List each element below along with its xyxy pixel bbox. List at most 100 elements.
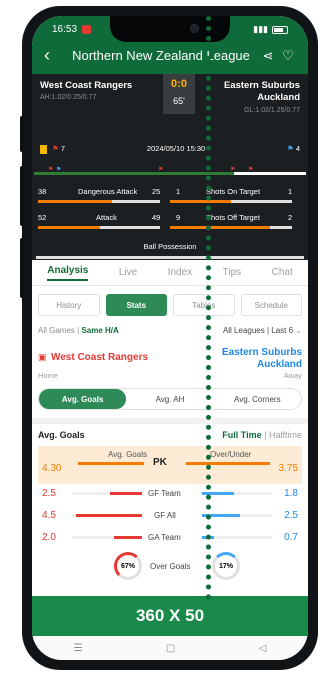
filter-row: All Games | Same H/A All Leagues | Last …	[32, 324, 308, 343]
segment-avg-ah[interactable]: Avg. AH	[126, 389, 213, 409]
match-panel: West Coast Rangers AH:1.02/0.25/0.77 Eas…	[32, 74, 308, 260]
away-odds: GL:1.02/1.25/0.77	[243, 107, 300, 114]
corner-flag-icon: ⚑	[286, 144, 294, 154]
pk-left-bar	[78, 462, 144, 465]
match-timeline: ⚑ ⚑ ⚑ ⚑ ⚑	[34, 166, 306, 180]
tab-analysis[interactable]: Analysis	[47, 265, 89, 281]
home-away-row: Home Away	[32, 371, 308, 380]
match-meta-row: ⚑ 7 2024/05/10 15:30 ⚑ 4	[40, 144, 300, 154]
filter-all-games[interactable]: All Games	[38, 326, 75, 335]
segment-avg-corners[interactable]: Avg. Corners	[214, 389, 301, 409]
back-arrow-icon[interactable]: ‹	[44, 45, 64, 66]
timeline-remaining	[234, 172, 306, 175]
notch	[110, 16, 230, 42]
subtab-stats[interactable]: Stats	[105, 294, 167, 316]
row-left-value: 2.5	[42, 488, 56, 499]
row-right-value: 2.5	[284, 510, 298, 521]
compare-row-gf-team: 2.5 GF Team 1.8	[38, 484, 302, 506]
home-team-name[interactable]: West Coast Rangers	[40, 80, 132, 91]
favorite-heart-icon[interactable]: ♡	[278, 48, 298, 64]
row-label: GF All	[154, 511, 176, 520]
main-tabs: Analysis Live Index Tips Chat	[32, 260, 308, 286]
stat-fill-away	[231, 200, 292, 203]
timeline-event-icon: ⚑	[230, 167, 236, 173]
toggle-full-time[interactable]: Full Time	[222, 430, 261, 440]
tab-tips[interactable]: Tips	[223, 267, 242, 278]
score-box: 0:0 65'	[163, 74, 195, 114]
pk-left-value: 4.30	[42, 463, 62, 474]
home-odds: AH:1.02/0.25/0.77	[40, 94, 97, 101]
ad-banner[interactable]: 360 X 50	[32, 596, 308, 636]
pk-right-label: Over/Under	[210, 450, 252, 459]
pk-right-bar	[186, 462, 270, 465]
battery-icon	[272, 25, 288, 34]
share-icon[interactable]: ⋖	[258, 48, 278, 64]
signal-icon: ▮▮▮	[253, 24, 268, 34]
row-left-value: 4.5	[42, 510, 56, 521]
home-icon[interactable]: ▢	[166, 643, 175, 654]
filter-same-ha[interactable]: Same H/A	[81, 326, 118, 335]
tab-index[interactable]: Index	[168, 267, 192, 278]
tab-chat[interactable]: Chat	[272, 267, 293, 278]
stat-away-value: 1	[288, 187, 293, 196]
compare-row-gf-all: 4.5 GF All 2.5	[38, 506, 302, 528]
subtab-history[interactable]: History	[38, 294, 100, 316]
away-corners: 4	[295, 144, 300, 154]
away-team-name-line1[interactable]: Eastern Suburbs	[224, 80, 300, 92]
stat-row-shots-off-target: 9 Shots Off Target 2	[36, 213, 304, 235]
pk-row: Avg. Goals Over/Under PK 4.30 3.75	[38, 446, 302, 484]
away-team-label-line1: Eastern Suburbs	[221, 347, 302, 358]
over-goals-home-pct: 67%	[120, 562, 135, 570]
volume-up-button	[20, 116, 24, 152]
row-label: GF Team	[148, 489, 181, 498]
home-tag: Home	[38, 371, 59, 380]
away-team-label-line2: Auckland	[256, 359, 302, 370]
chevron-down-icon[interactable]: ⌄	[295, 326, 302, 335]
pk-left-label: Avg. Goals	[108, 450, 147, 459]
sub-tabs: History Stats Tables Schedule	[32, 286, 308, 324]
segment-avg-goals[interactable]: Avg. Goals	[39, 389, 127, 409]
away-tag: Away	[283, 371, 302, 380]
over-goals-row: 67% Over Goals 17%	[38, 550, 302, 584]
stat-row-shots-on-target: 1 Shots On Target 1	[36, 187, 304, 209]
page-title: Northern New Zealand League	[72, 48, 250, 63]
dotted-guide-line	[206, 16, 211, 600]
over-goals-away-ring: 17%	[212, 552, 240, 580]
over-goals-label: Over Goals	[150, 562, 191, 571]
match-datetime: 2024/05/10 15:30	[146, 144, 206, 154]
corner-flag-icon: ⚑	[52, 144, 59, 153]
ad-banner-size: 360 X 50	[135, 606, 205, 625]
home-corners: 7	[60, 144, 66, 153]
menu-icon[interactable]: ☰	[74, 643, 83, 654]
home-team-label: West Coast Rangers	[50, 352, 149, 363]
over-goals-away-pct: 17%	[218, 562, 233, 570]
timeline-event-icon: ⚑	[158, 167, 164, 173]
phone-frame: 16:53 ▮▮▮ ‹ Northern New Zealand League …	[20, 6, 318, 670]
tab-live[interactable]: Live	[119, 267, 137, 278]
toggle-halftime[interactable]: Halftime	[269, 430, 302, 440]
subtab-schedule[interactable]: Schedule	[240, 294, 302, 316]
timeline-event-icon: ⚑	[248, 167, 254, 173]
away-team-name-line2[interactable]: Auckland	[224, 92, 300, 104]
yellow-card-icon	[40, 144, 47, 154]
row-left-fill	[110, 492, 142, 495]
match-score: 0:0	[171, 78, 187, 90]
possession-label: Ball Possession	[143, 242, 197, 251]
row-label: GA Team	[148, 533, 181, 542]
possession-bar	[36, 256, 304, 259]
stat-home-value: 1	[176, 187, 181, 196]
stat-fill-home	[170, 226, 270, 229]
back-icon[interactable]: ◁	[259, 643, 267, 654]
stat-fill-away	[270, 226, 292, 229]
team-logo-icon: ▣	[38, 352, 47, 362]
row-right-value: 0.7	[284, 532, 298, 543]
league-range-dropdown[interactable]: All Leagues | Last 6	[223, 326, 293, 335]
subtab-tables[interactable]: Tables	[173, 294, 235, 316]
match-minute: 65'	[173, 96, 185, 106]
avg-goals-header: Avg. Goals Full Time | Halftime	[38, 430, 302, 440]
row-left-fill	[114, 536, 142, 539]
compare-row-ga-team: 2.0 GA Team 0.7	[38, 528, 302, 550]
camera-icon	[190, 24, 199, 33]
title-bar: ‹ Northern New Zealand League ⋖ ♡	[44, 45, 298, 66]
stat-fill-home	[170, 200, 231, 203]
